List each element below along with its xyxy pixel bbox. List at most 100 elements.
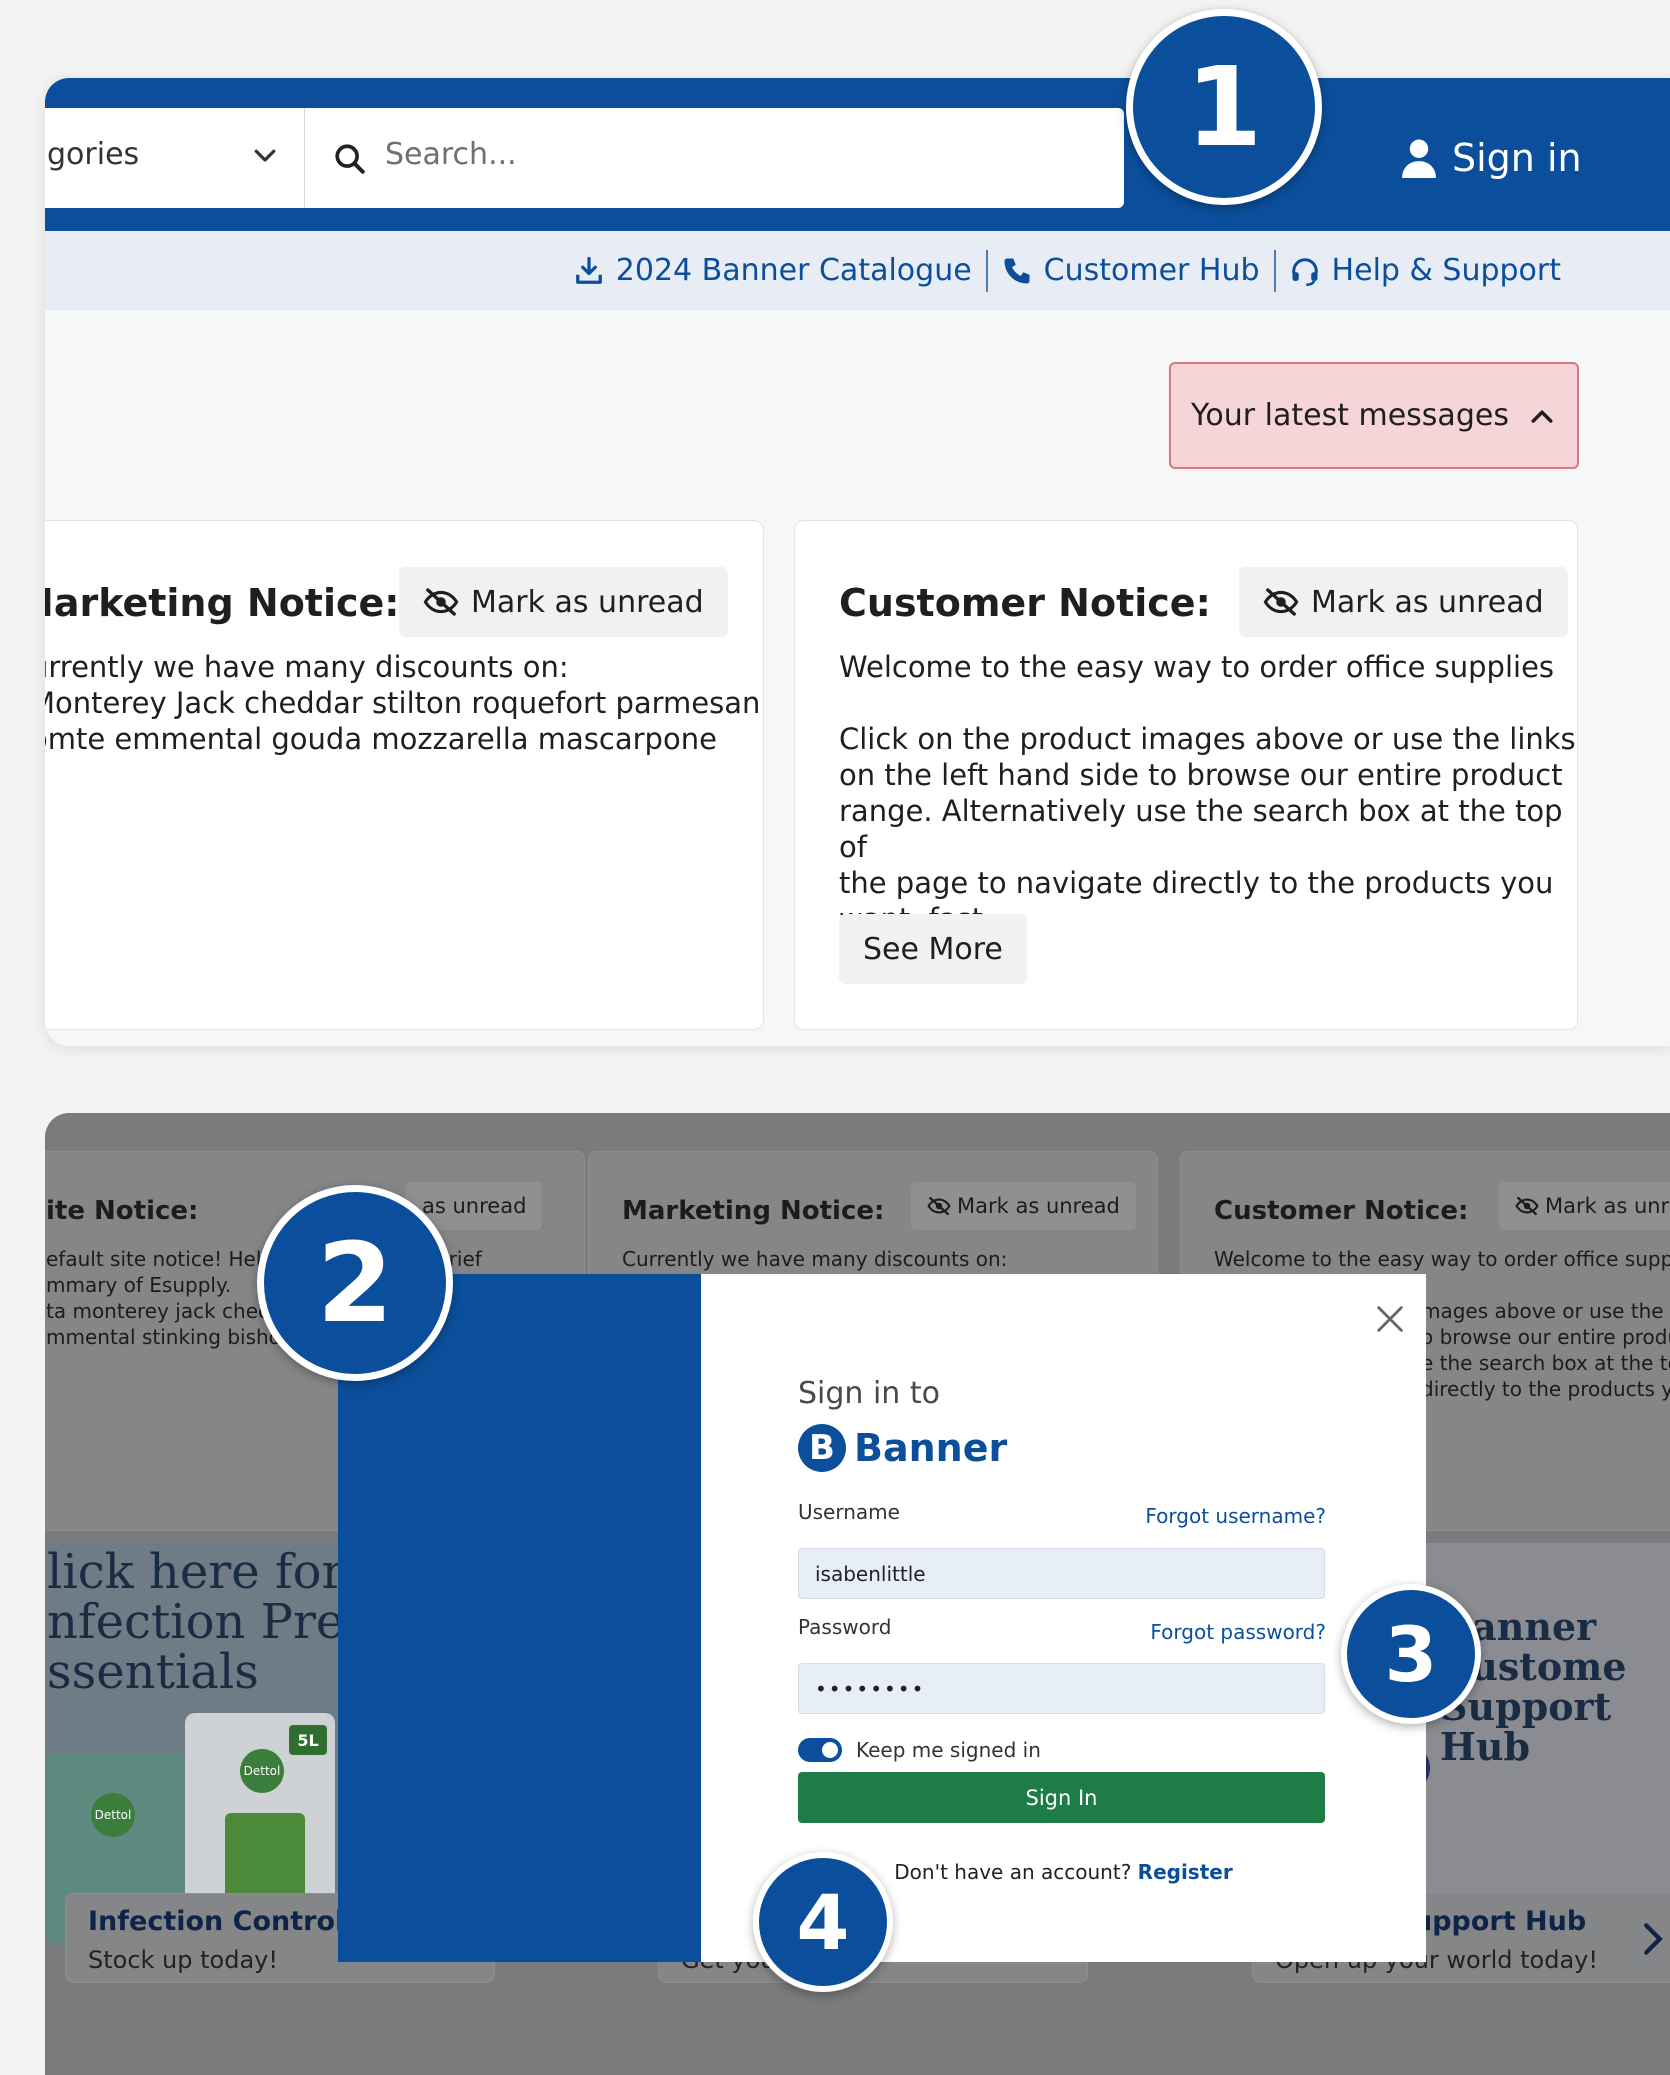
forgot-password-link[interactable]: Forgot password? [1150,1620,1326,1644]
notice-line: ta monterey jack ched [46,1299,271,1323]
register-link[interactable]: Register [1138,1860,1233,1884]
phone-icon [1004,258,1030,283]
customer-notice-title: Customer Notice: [1214,1196,1469,1226]
eye-slash-icon [423,588,459,616]
top-nav-bar: gories Search... Sign in [45,78,1670,231]
notice-line: range. Alternatively use the search box … [839,794,1563,864]
promo-label: Infection Control [88,1906,345,1937]
customer-notice-title: Customer Notice: [839,581,1211,625]
marketing-notice-body: urrently we have many discounts on: Mont… [45,649,760,757]
notice-line: on the left hand side to browse our enti… [839,758,1563,792]
dettol-logo: Dettol [240,1749,284,1793]
divider [1273,249,1276,292]
promo-label: upport Hub [1413,1906,1587,1937]
eye-slash-icon [1515,1196,1539,1216]
marketing-notice-title: Marketing Notice: [622,1196,885,1226]
customer-notice-body: Click on the product images above or use… [839,721,1577,937]
utility-links: 2024 Banner Catalogue Customer Hub Help … [560,231,1575,310]
notice-line: directly to the products yo [1421,1377,1670,1401]
promo-heading-line: ssentials [47,1644,259,1700]
marketing-notice-title: Marketing Notice: [45,581,400,625]
chevron-right-icon [1644,1923,1663,1955]
download-icon [575,256,602,284]
username-field[interactable]: isabenlittle [798,1548,1325,1599]
step-badge-3: 3 [1341,1584,1481,1724]
customer-notice-intro: Welcome to the easy way to order office … [839,650,1555,684]
promo-heading-line: Hub [1440,1724,1531,1769]
storefront-header-panel: gories Search... Sign in 2024 Banner Cat… [45,78,1670,1046]
modal-brand-panel [338,1274,701,1962]
utility-bar: 2024 Banner Catalogue Customer Hub Help … [45,231,1670,310]
mark-as-unread-label: Mark as unre [1545,1194,1670,1218]
mark-as-unread-button[interactable]: Mark as unread [911,1182,1136,1230]
chevron-down-icon [254,149,276,162]
customer-hub-link[interactable]: Customer Hub [988,253,1274,288]
latest-messages-label: Your latest messages [1191,398,1509,433]
notice-line: e the search box at the to [1421,1351,1670,1375]
dettol-logo: Dettol [91,1793,135,1837]
notice-line: the page to navigate directly to the pro… [839,866,1554,900]
marketing-notice-card: Marketing Notice: Mark as unread urrentl… [45,520,764,1030]
search-placeholder: Search... [385,137,517,172]
username-label: Username [798,1500,900,1524]
close-icon[interactable] [1373,1302,1407,1336]
marketing-notice-body: Currently we have many discounts on: [622,1247,1008,1271]
keep-signed-in-label: Keep me signed in [856,1738,1041,1762]
search-icon [335,144,365,174]
chevron-up-icon [1531,410,1553,423]
mark-as-unread-button[interactable]: Mark as unread [1239,567,1568,637]
notice-line: mmental stinking bishop [46,1325,294,1349]
customer-notice-card: Customer Notice: Mark as unread Welcome … [794,520,1578,1030]
help-support-link[interactable]: Help & Support [1276,253,1575,288]
customer-hub-link-label: Customer Hub [1043,253,1260,288]
sign-in-submit-button[interactable]: Sign In [798,1772,1325,1823]
categories-label: gories [47,137,140,172]
catalogue-download-link[interactable]: 2024 Banner Catalogue [560,253,986,288]
notice-line: efault site notice! Hello [46,1247,280,1271]
banner-logo-text: Banner [854,1426,1008,1470]
sign-in-heading: Sign in to [798,1376,940,1411]
mark-as-unread-label: Mark as unread [957,1194,1120,1218]
mark-as-unread-button[interactable]: Mark as unread [399,567,728,637]
latest-messages-toggle[interactable]: Your latest messages [1169,362,1579,469]
user-icon [1402,139,1436,178]
headset-icon [1291,257,1318,286]
no-account-text: Don't have an account? [894,1860,1132,1884]
promo-heading: lick here for nfection Prev ssentials [47,1547,371,1697]
step-badge-4: 4 [753,1852,893,1992]
notice-line: mages above or use the lir [1421,1299,1670,1323]
forgot-username-link[interactable]: Forgot username? [1145,1504,1326,1528]
categories-dropdown[interactable]: gories [45,108,305,208]
keep-signed-in-toggle[interactable] [798,1738,842,1762]
customer-notice-intro: Welcome to the easy way to order office … [1214,1247,1670,1271]
step-badge-1: 1 [1126,9,1322,205]
customer-notice-body: mages above or use the lir o browse our … [1421,1298,1670,1402]
mark-as-unread-button[interactable]: Mark as unre [1499,1182,1670,1230]
notice-line: Click on the product images above or use… [839,722,1576,756]
notice-line: o browse our entire produ [1421,1325,1670,1349]
sign-in-label: Sign in [1452,136,1582,180]
see-more-button[interactable]: See More [839,914,1027,984]
mark-as-unread-label: as unread [422,1194,527,1218]
catalogue-link-label: 2024 Banner Catalogue [615,253,972,288]
eye-slash-icon [927,1196,951,1216]
site-notice-body: efault site notice! Hello mmary of Esupp… [46,1246,294,1350]
infection-control-promo-image[interactable]: lick here for nfection Prev ssentials De… [45,1543,371,1943]
search-input[interactable]: Search... [305,108,1124,208]
promo-heading-line: nfection Prev [47,1594,372,1650]
password-label: Password [798,1615,892,1639]
notice-line: urrently we have many discounts on: [45,650,569,684]
volume-tag: 5L [289,1725,327,1755]
site-notice-title: ite Notice: [46,1196,199,1226]
notice-line: Monterey Jack cheddar stilton roquefort … [45,686,761,720]
sign-in-button[interactable]: Sign in [1400,128,1582,188]
banner-logo-mark: B [798,1424,846,1472]
promo-heading-line: lick here for [47,1544,345,1600]
promo-subtitle: Stock up today! [88,1946,278,1974]
mark-as-unread-label: Mark as unread [471,584,704,620]
password-field[interactable]: •••••••• [798,1663,1325,1714]
divider [985,249,988,292]
help-support-link-label: Help & Support [1331,253,1561,288]
step-badge-2: 2 [257,1185,453,1381]
mark-as-unread-label: Mark as unread [1311,584,1544,620]
